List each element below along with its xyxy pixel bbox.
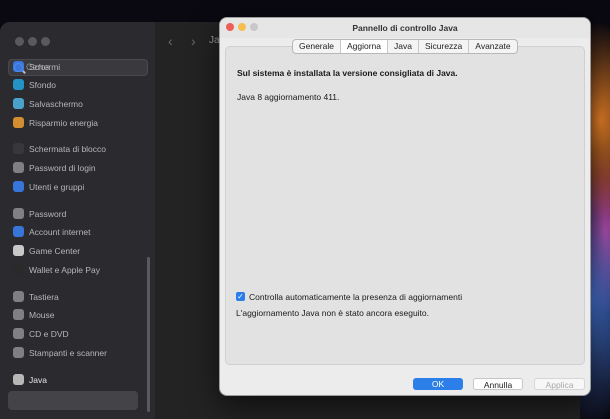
sidebar-item-wallet-e-apple-pay[interactable]: Wallet e Apple Pay [13,262,100,277]
sidebar-item-label: Game Center [29,245,81,256]
sidebar-item-salvaschermo[interactable]: Salvaschermo [13,96,83,111]
screensaver-icon [13,98,24,109]
sidebar-item-risparmio-energia[interactable]: Risparmio energia [13,115,98,130]
apply-button[interactable]: Applica [534,378,585,390]
update-status-text: L'aggiornamento Java non è stato ancora … [236,308,430,318]
sidebar-scrollbar[interactable] [147,257,150,412]
sidebar-item-utenti-e-gruppi[interactable]: Utenti e gruppi [13,179,84,194]
back-arrow-icon[interactable]: ‹ [168,33,173,49]
printer-icon [13,347,24,358]
sidebar-item-label: CD e DVD [29,328,69,339]
sidebar-item-game-center[interactable]: Game Center [13,243,80,258]
disc-icon [13,328,24,339]
tab-generale[interactable]: Generale [293,40,341,53]
sidebar-item-tastiera[interactable]: Tastiera [13,289,59,304]
checkmark-icon: ✓ [237,292,244,301]
sidebar-item-account-internet[interactable]: Account internet [13,224,90,239]
sidebar-selection-highlight [8,391,138,410]
forward-arrow-icon[interactable]: › [191,33,196,49]
dialog-titlebar[interactable]: Pannello di controllo Java [220,18,590,38]
sidebar-item-label: Schermi [29,61,61,72]
sidebar-item-label: Java [29,374,47,385]
sidebar-item-label: Tastiera [29,291,59,302]
sidebar-item-label: Stampanti e scanner [29,347,107,358]
settings-sidebar: Cerca Schermi Sfondo Salvaschermo Risparmio… [0,22,156,419]
sidebar-item-label: Salvaschermo [29,98,83,109]
sidebar-item-stampanti-e-scanner[interactable]: Stampanti e scanner [13,345,107,360]
auto-check-updates-label[interactable]: Controlla automaticamente la presenza di… [249,292,462,302]
users-icon [13,181,24,192]
sidebar-item-label: Wallet e Apple Pay [29,264,101,275]
sidebar-item-cd-e-dvd[interactable]: CD e DVD [13,326,69,341]
ok-button[interactable]: OK [413,378,463,390]
sidebar-item-label: Sfondo [29,79,56,90]
wallet-icon [13,264,24,275]
minimize-window-button[interactable] [28,37,37,46]
sidebar-item-label: Utenti e gruppi [29,181,85,192]
tab-avanzate[interactable]: Avanzate [469,40,516,53]
installed-version-message: Sul sistema è installata la versione con… [237,68,458,78]
auto-check-updates-checkbox[interactable]: ✓ [236,292,245,301]
java-control-panel-dialog: Pannello di controllo Java Generale Aggi… [219,17,591,396]
java-icon [13,374,24,385]
sidebar-item-label: Risparmio energia [29,117,98,128]
login-password-icon [13,162,24,173]
sidebar-item-schermi[interactable]: Schermi [13,59,60,74]
dialog-title: Pannello di controllo Java [352,23,458,33]
display-icon [13,61,24,72]
sidebar-item-label: Account internet [29,226,91,237]
zoom-window-button[interactable] [41,37,50,46]
sidebar-item-schermata-di-blocco[interactable]: Schermata di blocco [13,141,106,156]
mouse-icon [13,309,24,320]
sidebar-item-label: Mouse [29,309,55,320]
java-version-text: Java 8 aggiornamento 411. [237,92,340,102]
sidebar-item-label: Password [29,208,67,219]
content-title: Ja [209,35,220,46]
cancel-button[interactable]: Annulla [473,378,523,390]
sidebar-item-sfondo[interactable]: Sfondo [13,77,56,92]
sidebar-item-label: Schermata di blocco [29,143,107,154]
lock-screen-icon [13,143,24,154]
close-window-button[interactable] [15,37,24,46]
sidebar-item-mouse[interactable]: Mouse [13,307,55,322]
battery-icon [13,117,24,128]
keyboard-icon [13,291,24,302]
wallpaper-icon [13,79,24,90]
sidebar-item-java[interactable]: Java [13,372,47,387]
game-center-icon [13,245,24,256]
sidebar-item-password-di-login[interactable]: Password di login [13,160,96,175]
tab-bar: Generale Aggiorna Java Sicurezza Avanzat… [292,39,518,54]
key-icon [13,208,24,219]
sidebar-item-label: Password di login [29,162,96,173]
sidebar-item-password[interactable]: Password [13,206,66,221]
tab-aggiorna[interactable]: Aggiorna [340,40,388,53]
tab-sicurezza[interactable]: Sicurezza [419,40,470,53]
tab-java[interactable]: Java [388,40,419,53]
at-icon [13,226,24,237]
